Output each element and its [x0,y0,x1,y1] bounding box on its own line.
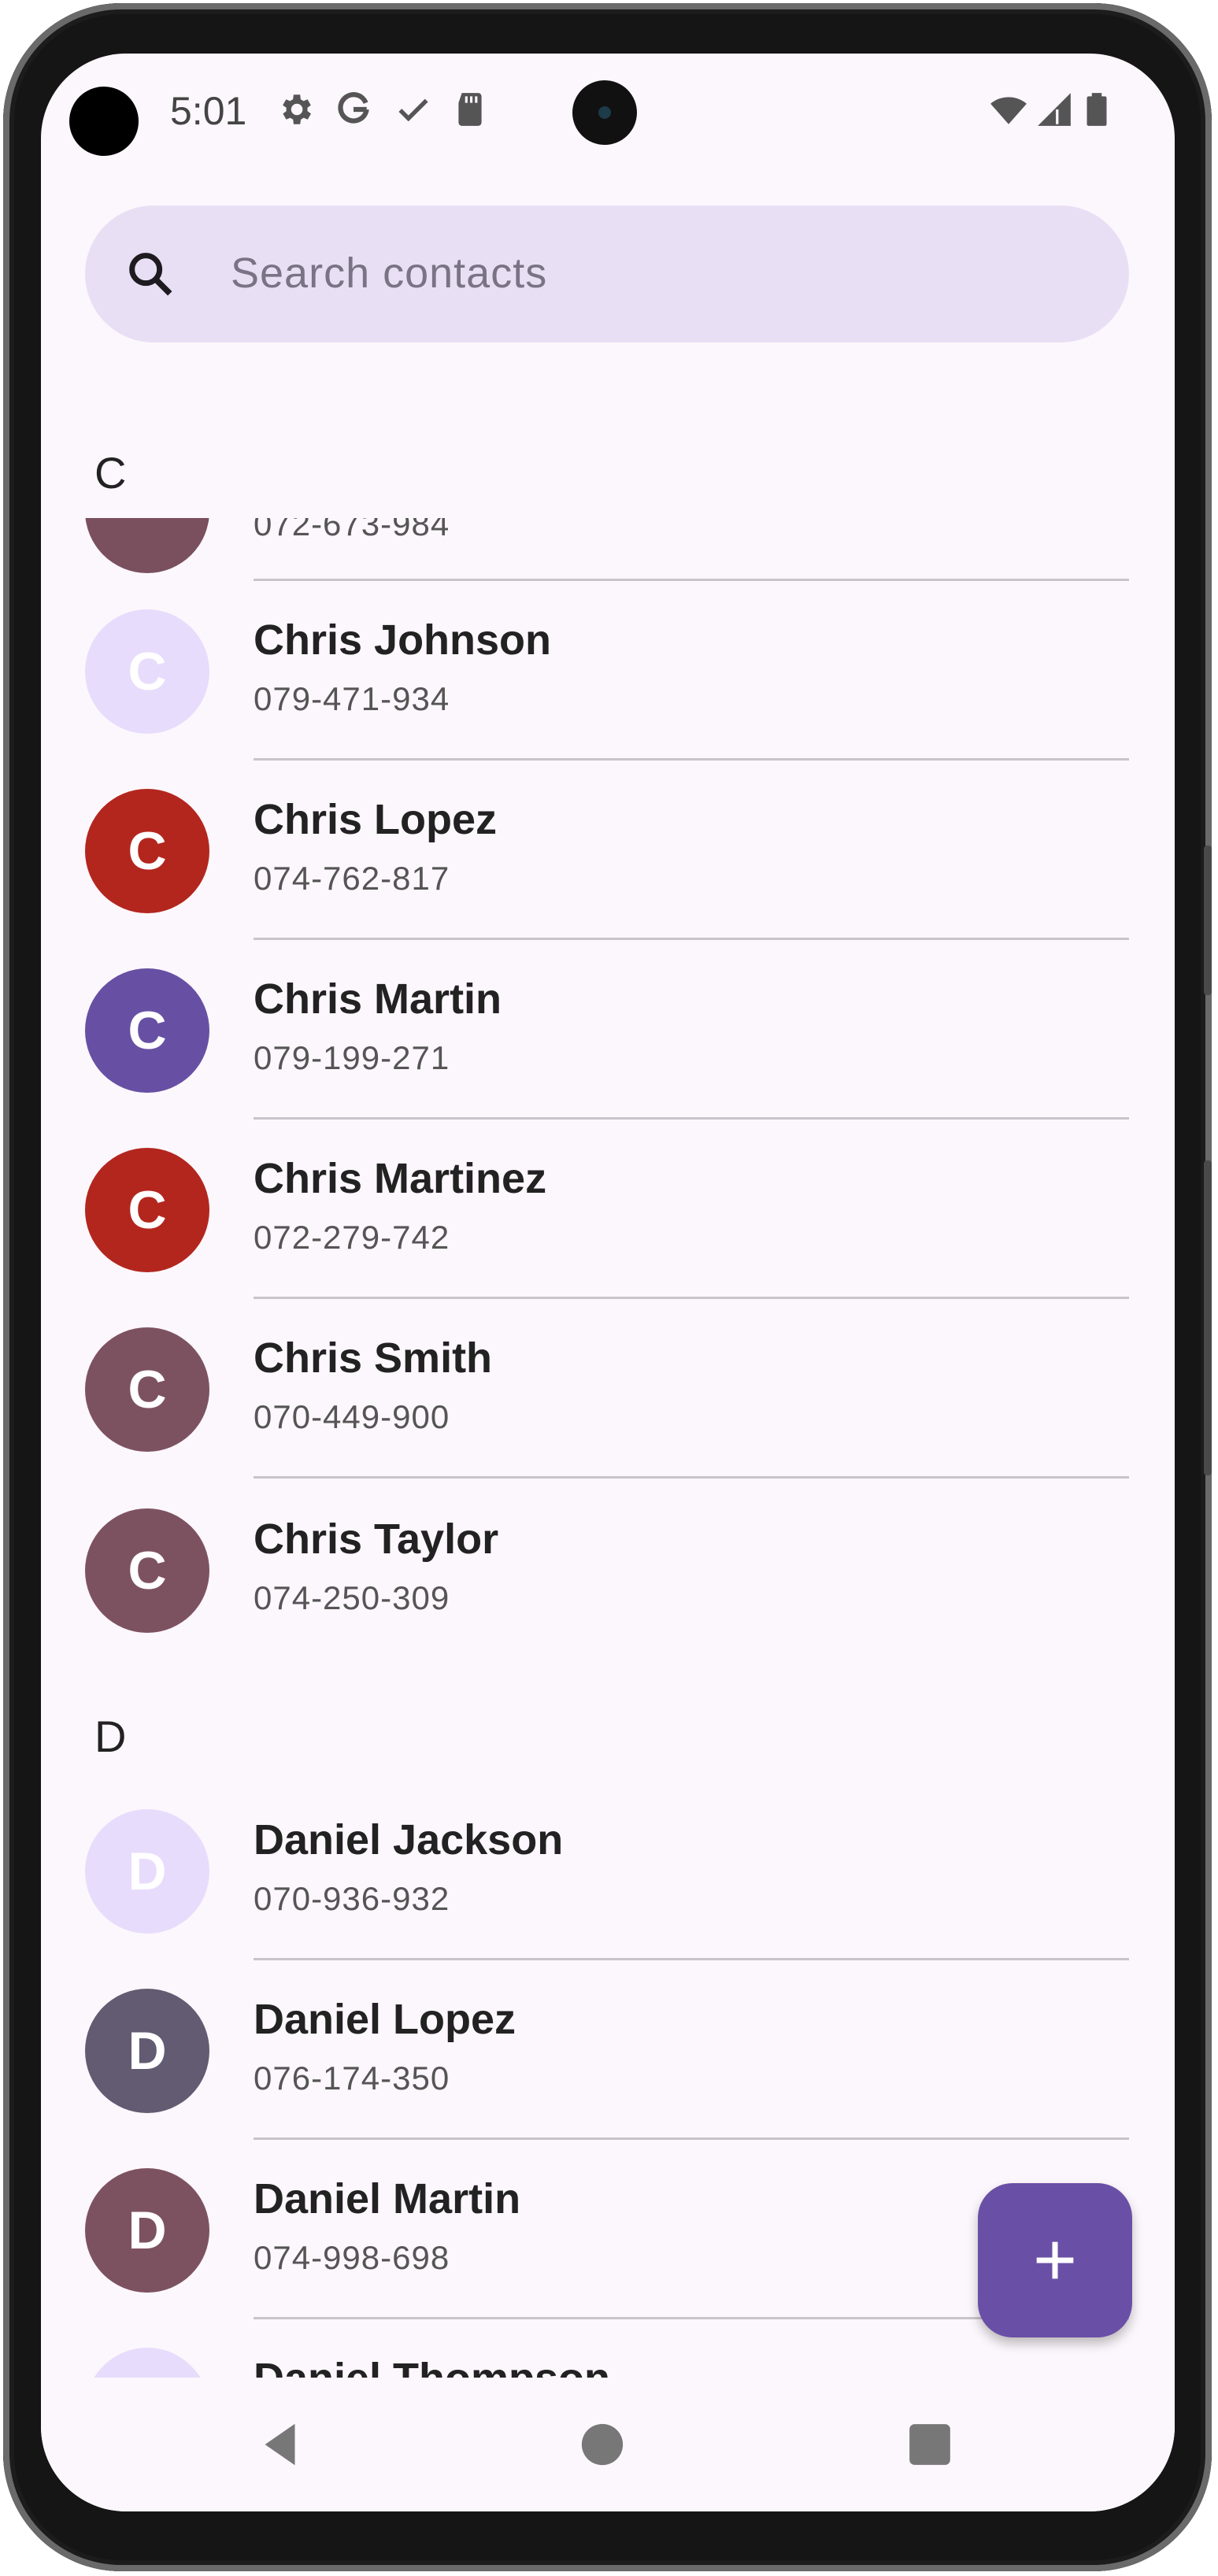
plus-icon [1036,2241,1074,2279]
search-input[interactable]: Search contacts [231,249,547,298]
contact-phone: 074-762-817 [254,860,450,897]
contact-row[interactable]: C Chris Smith 070-449-900 [41,1299,1175,1479]
contact-row[interactable]: D Daniel Jackson 070-936-932 [41,1781,1175,1960]
contact-row[interactable]: C Chris Johnson 079-471-934 [41,581,1175,761]
contact-name: Chris Johnson [254,616,552,664]
contact-phone: 070-449-900 [254,1398,450,1435]
contact-phone: 072-279-742 [254,1219,450,1256]
avatar-initial: D [128,1841,167,1901]
avatar: C [85,1508,209,1633]
check-icon [398,98,428,122]
status-bar: 5:01 [41,54,1175,164]
notification-dot [69,87,139,156]
battery-icon [1087,93,1107,126]
home-icon[interactable] [576,2419,628,2471]
section-header-d: D [94,1712,127,1761]
contact-name: Daniel Jackson [254,1816,564,1864]
contact-phone: 079-471-934 [254,680,450,717]
power-button [1204,1160,1212,1475]
contact-name: Chris Martin [254,975,502,1023]
contact-name: Chris Smith [254,1334,493,1382]
avatar-initial: C [128,1001,167,1060]
avatar: C [85,789,209,913]
contact-name: Chris Taylor [254,1516,499,1563]
contact-row[interactable]: D Daniel Lopez 076-174-350 [41,1960,1175,2140]
search-bar[interactable]: Search contacts [85,205,1129,342]
avatar-initial: C [128,1541,167,1601]
avatar: D [85,2168,209,2293]
front-camera [572,80,637,145]
navigation-bar [41,2378,1175,2511]
contact-row[interactable]: C Chris Martin 079-199-271 [41,940,1175,1120]
avatar [85,518,209,573]
phone-frame: 5:01 Search contacts C 072-673-984 C Chr… [3,3,1212,2571]
avatar: C [85,968,209,1093]
avatar: D [85,1989,209,2113]
divider [254,1476,1129,1479]
google-icon [338,92,369,124]
wifi-icon [990,97,1027,124]
contact-row[interactable]: C Chris Taylor 074-250-309 [41,1480,1175,1660]
avatar: C [85,1327,209,1452]
recents-icon[interactable] [905,2420,954,2469]
avatar-initial: C [128,642,167,701]
contact-row[interactable]: C Chris Martinez 072-279-742 [41,1120,1175,1299]
avatar-initial: C [128,1360,167,1419]
search-icon[interactable] [123,246,178,302]
contact-phone: 079-199-271 [254,1039,450,1076]
signal-icon [1038,93,1071,126]
contact-name: Daniel Lopez [254,1996,516,2043]
screen: 5:01 Search contacts C 072-673-984 C Chr… [41,54,1175,2511]
contact-phone: 074-998-698 [254,2239,450,2276]
add-contact-button[interactable] [978,2183,1132,2337]
contact-row[interactable]: C Chris Lopez 074-762-817 [41,761,1175,940]
contact-phone: 072-673-984 [254,518,450,542]
avatar-initial: C [128,1180,167,1240]
avatar: C [85,1148,209,1272]
avatar: C [85,609,209,734]
contact-phone: 076-174-350 [254,2060,450,2097]
gear-icon [283,94,311,124]
sd-card-icon [458,93,482,126]
volume-button [1204,846,1212,995]
contact-name: Daniel Martin [254,2175,521,2223]
back-icon[interactable] [254,2417,309,2472]
status-time: 5:01 [170,89,247,133]
section-header-c: C [94,448,127,498]
contact-name: Chris Martinez [254,1155,547,1202]
contact-name: Chris Lopez [254,796,498,843]
contact-phone: 070-936-932 [254,1880,450,1917]
avatar-initial: D [128,2021,167,2081]
avatar-initial: C [128,821,167,881]
avatar: D [85,1809,209,1934]
contact-row-clipped[interactable]: 072-673-984 [41,518,1175,581]
avatar-initial: D [128,2200,167,2260]
contact-phone: 074-250-309 [254,1579,450,1616]
